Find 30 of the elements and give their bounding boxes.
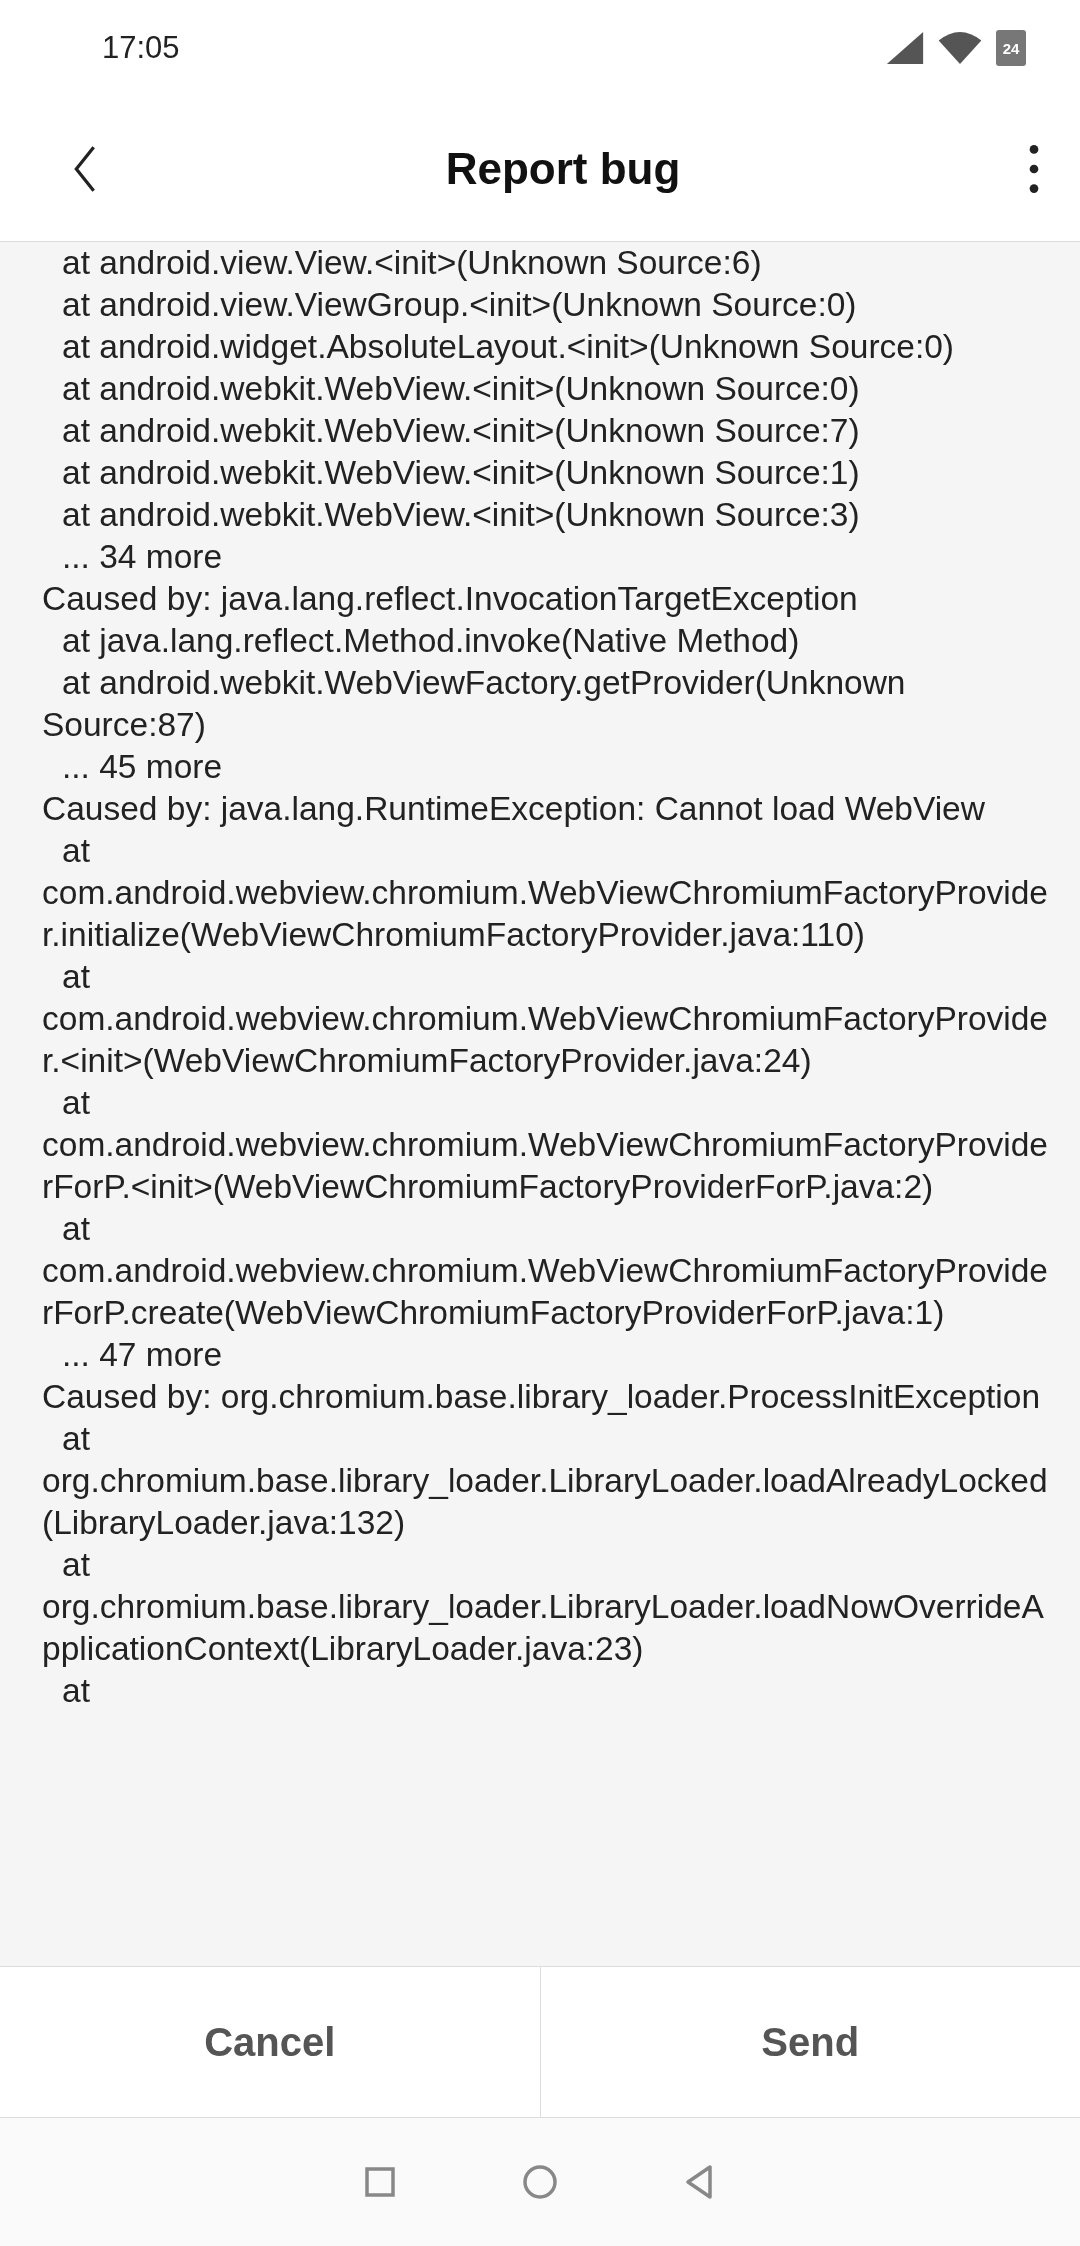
status-time: 17:05 [102, 30, 180, 66]
log-line: Caused by: java.lang.reflect.InvocationTargetException [42, 579, 859, 619]
log-line: at org.chromium.base.library_loader.LibraryLoader.loadAlreadyLocked(LibraryLoader.java:132) [42, 1419, 1049, 1543]
log-line: at com.android.webview.chromium.WebViewChromiumFactoryProviderForP.create(WebViewChromiumFactoryProviderForP.java:1) [42, 1209, 1049, 1333]
signal-icon [886, 32, 924, 64]
log-line: at com.android.webview.chromium.WebViewChromiumFactoryProvider.<init>(WebViewChromiumFactoryProvider.java:24) [42, 957, 1049, 1081]
log-line: at org.chromium.base.library_loader.LibraryLoader.loadNowOverrideApplicationContext(LibraryLoader.java:23) [42, 1545, 1045, 1669]
log-line: at [61, 1671, 91, 1711]
log-line: at android.widget.AbsoluteLayout.<init>(Unknown Source:0) [61, 327, 956, 367]
log-line: ... 34 more [61, 537, 224, 577]
wifi-icon [938, 32, 982, 64]
screen-title: Report bug [445, 143, 681, 194]
log-line: Caused by: org.chromium.base.library_loader.ProcessInitException [42, 1377, 1042, 1417]
log-line: at java.lang.reflect.Method.invoke(Native Method) [61, 621, 801, 661]
log-line: at android.webkit.WebView.<init>(Unknown Source:3) [61, 495, 861, 535]
back-icon[interactable] [72, 144, 98, 193]
home-icon[interactable] [520, 2162, 560, 2202]
log-line: at android.webkit.WebView.<init>(Unknown Source:0) [61, 369, 861, 409]
log-line: at android.webkit.WebView.<init>(Unknown Source:7) [61, 411, 861, 451]
log-line: at android.view.View.<init>(Unknown Source:6) [61, 243, 763, 283]
battery-indicator: 24 [996, 30, 1026, 66]
log-line: at android.view.ViewGroup.<init>(Unknown Source:0) [61, 285, 858, 325]
log-line: at com.android.webview.chromium.WebViewChromiumFactoryProviderForP.<init>(WebViewChromiumFactoryProviderForP.java:2) [42, 1083, 1049, 1207]
log-line: ... 47 more [61, 1335, 224, 1375]
log-line: ... 45 more [61, 747, 224, 787]
more-options-icon[interactable] [1028, 143, 1040, 194]
log-line: Caused by: java.lang.RuntimeException: Cannot load WebView [42, 789, 986, 829]
log-line: at android.webkit.WebView.<init>(Unknown Source:1) [61, 453, 861, 493]
log-line: at com.android.webview.chromium.WebViewChromiumFactoryProvider.initialize(WebViewChromiumFactoryProvider.java:110) [42, 831, 1049, 955]
log-line: at android.webkit.WebViewFactory.getProvider(Unknown Source:87) [42, 663, 907, 745]
